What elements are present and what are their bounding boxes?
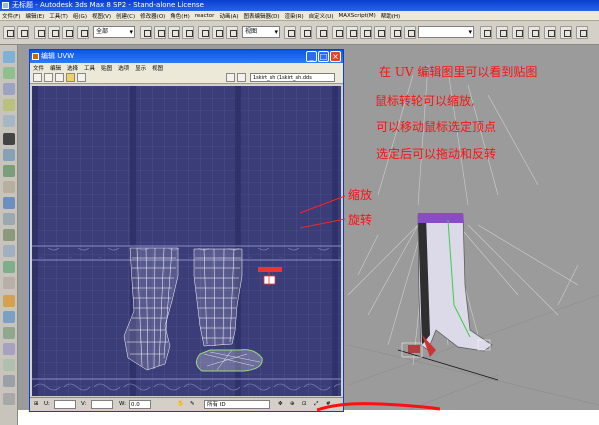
- annotation-line-1: 在 UV 编辑图里可以看到贴图: [379, 65, 538, 79]
- annotation-line-3: 可以移动鼠标选定顶点: [376, 120, 497, 134]
- red-scribble: [316, 402, 441, 412]
- annotation-line-4: 选定后可以拖动和反转: [376, 147, 497, 161]
- scale-callout: 缩放: [348, 188, 373, 202]
- annotation-line-2: 鼠标转轮可以缩放,: [375, 94, 475, 108]
- rotate-callout: 旋转: [348, 213, 373, 227]
